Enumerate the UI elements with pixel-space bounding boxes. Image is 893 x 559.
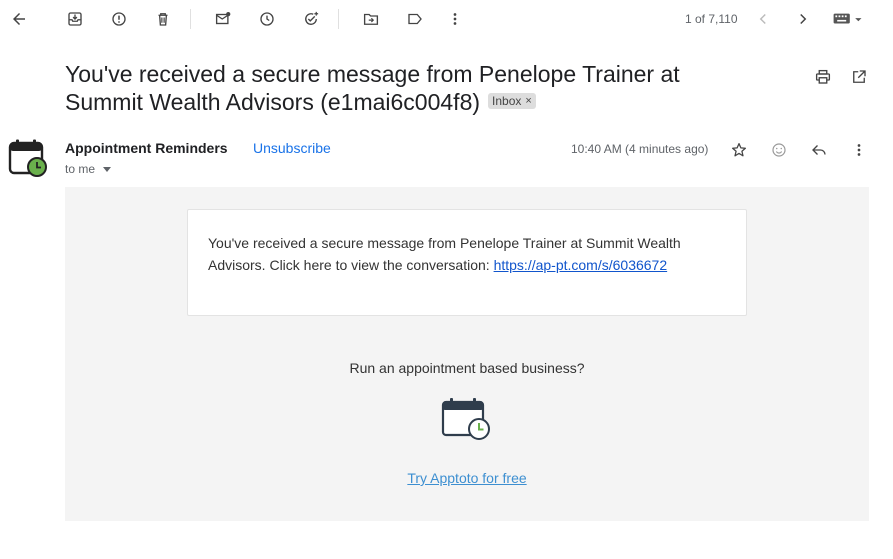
subject-text: You've received a secure message from Pe… (65, 61, 680, 115)
sender-name: Appointment Reminders (65, 140, 228, 156)
toolbar: 1 of 7,110 (0, 0, 893, 38)
snooze-icon[interactable] (256, 8, 278, 30)
recipient-details-toggle[interactable]: to me (65, 162, 112, 176)
pagination-count: 1 of 7,110 (685, 12, 738, 26)
email-subject: You've received a secure message from Pe… (65, 60, 755, 116)
newer-chevron-icon[interactable] (752, 8, 774, 30)
older-chevron-icon[interactable] (792, 8, 814, 30)
inbox-label-chip[interactable]: Inbox × (488, 92, 536, 109)
reply-icon[interactable] (808, 139, 830, 161)
message-card: You've received a secure message from Pe… (187, 209, 747, 316)
delete-icon[interactable] (152, 8, 174, 30)
archive-icon[interactable] (64, 8, 86, 30)
keyboard-input-icon[interactable] (828, 8, 868, 30)
email-body: You've received a secure message from Pe… (65, 187, 869, 521)
recipient-text: to me (65, 162, 96, 176)
conversation-link[interactable]: https://ap-pt.com/s/6036672 (494, 257, 668, 273)
message-more-icon[interactable] (848, 139, 870, 161)
emoji-reaction-icon[interactable] (768, 139, 790, 161)
calendar-clock-icon (441, 397, 493, 443)
email-timestamp: 10:40 AM (4 minutes ago) (571, 142, 709, 156)
move-to-icon[interactable] (360, 8, 382, 30)
back-arrow-icon[interactable] (8, 8, 30, 30)
add-task-icon[interactable] (300, 8, 322, 30)
try-apptoto-link[interactable]: Try Apptoto for free (407, 470, 526, 486)
report-spam-icon[interactable] (108, 8, 130, 30)
label-text: Inbox (492, 93, 522, 108)
print-icon[interactable] (813, 67, 833, 87)
caret-down-icon (103, 166, 112, 172)
mark-unread-icon[interactable] (212, 8, 234, 30)
open-new-window-icon[interactable] (849, 67, 869, 87)
star-icon[interactable] (728, 139, 750, 161)
remove-label-icon[interactable]: × (525, 93, 531, 109)
more-vert-icon[interactable] (444, 8, 466, 30)
sender-avatar (8, 138, 48, 178)
promo-text: Run an appointment based business? (349, 360, 585, 376)
unsubscribe-link[interactable]: Unsubscribe (253, 140, 331, 156)
label-icon[interactable] (404, 8, 426, 30)
try-link-wrap: Try Apptoto for free (65, 470, 869, 486)
